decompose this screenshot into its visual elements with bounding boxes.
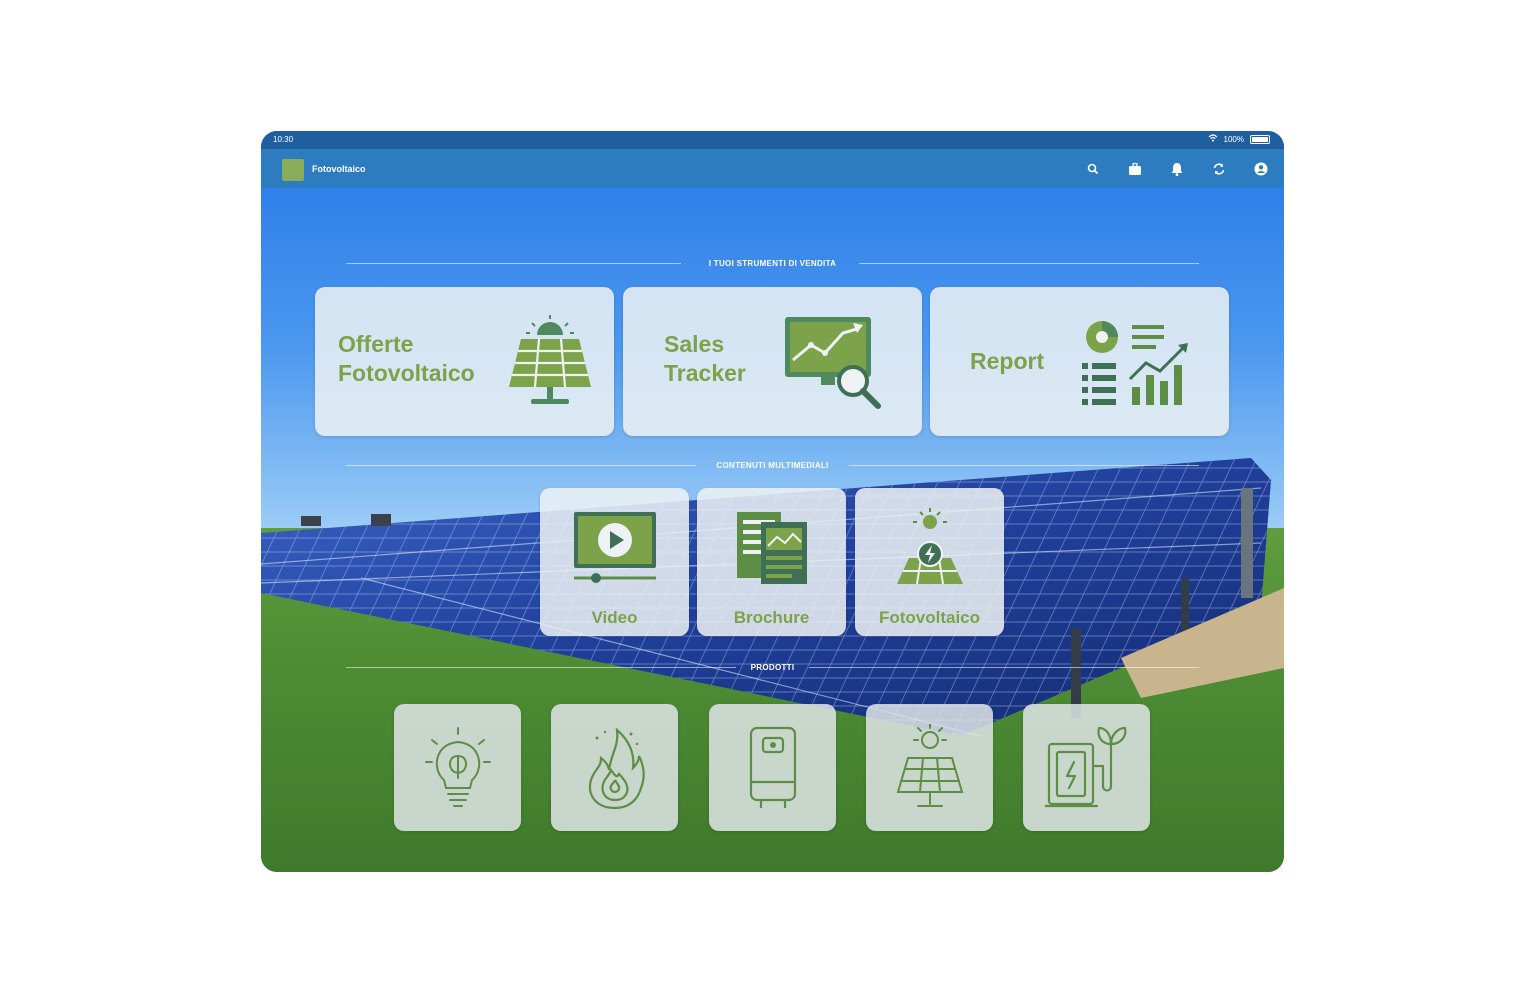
search-icon[interactable]	[1084, 160, 1102, 178]
app-title: Fotovoltaico	[312, 164, 366, 174]
eco-bulb-icon	[425, 727, 491, 807]
status-bar: 10:30 100%	[261, 131, 1284, 149]
sync-icon[interactable]	[1210, 160, 1228, 178]
section-title-products: PRODOTTI	[750, 663, 795, 672]
product-card-eco-bulb[interactable]	[394, 704, 521, 831]
battery-icon	[1250, 134, 1270, 144]
media-card-brochure[interactable]: Brochure	[697, 488, 846, 636]
water-heater-icon	[749, 726, 797, 808]
battery-percent: 100%	[1223, 134, 1244, 144]
tool-label-line2: Fotovoltaico	[338, 360, 475, 386]
status-time: 10:30	[273, 135, 294, 144]
tool-card-sales-tracker[interactable]: Sales Tracker	[623, 287, 922, 436]
media-card-fotovoltaico[interactable]: Fotovoltaico	[855, 488, 1004, 636]
tablet-frame: 10:30 100% Fotovoltaico I TUOI STRUMENTI…	[261, 131, 1284, 872]
section-title-tools: I TUOI STRUMENTI DI VENDITA	[708, 259, 837, 268]
brochure-icon	[737, 512, 807, 584]
media-label: Video	[591, 608, 638, 627]
media-card-video[interactable]: Video	[540, 488, 689, 636]
tool-card-offerte[interactable]: Offerte Fotovoltaico	[315, 287, 614, 436]
gas-flame-icon	[588, 727, 645, 810]
tool-label: Sales Tracker	[664, 330, 746, 388]
section-title-media: CONTENUTI MULTIMEDIALI	[716, 461, 829, 470]
tool-label: Report	[970, 348, 1045, 374]
tool-label-line2: Tracker	[664, 360, 746, 386]
media-label: Fotovoltaico	[878, 608, 981, 627]
analytics-search-icon	[785, 317, 881, 409]
solar-energy-icon	[897, 508, 963, 585]
tool-label: Offerte Fotovoltaico	[338, 330, 475, 388]
wifi-icon	[1208, 134, 1218, 144]
app-bar: Fotovoltaico	[261, 149, 1284, 188]
product-card-ev-charger[interactable]	[1023, 704, 1150, 831]
product-card-gas[interactable]	[551, 704, 678, 831]
account-icon[interactable]	[1252, 160, 1270, 178]
tool-label-line1: Sales	[664, 331, 725, 357]
product-card-water-heater[interactable]	[709, 704, 836, 831]
app-logo[interactable]	[282, 159, 304, 181]
tool-card-report[interactable]: Report	[930, 287, 1229, 436]
product-card-solar[interactable]	[866, 704, 993, 831]
solar-panel-sun-icon	[896, 724, 964, 807]
briefcase-icon[interactable]	[1126, 160, 1144, 178]
tool-label-line1: Offerte	[338, 331, 414, 357]
media-label: Brochure	[733, 608, 810, 627]
solar-panel-icon	[509, 315, 591, 404]
report-chart-icon	[1082, 321, 1188, 405]
video-play-icon	[574, 512, 656, 583]
ev-charger-icon	[1045, 726, 1127, 808]
bell-icon[interactable]	[1168, 160, 1186, 178]
background-photo: I TUOI STRUMENTI DI VENDITA Offerte Foto…	[261, 188, 1284, 872]
